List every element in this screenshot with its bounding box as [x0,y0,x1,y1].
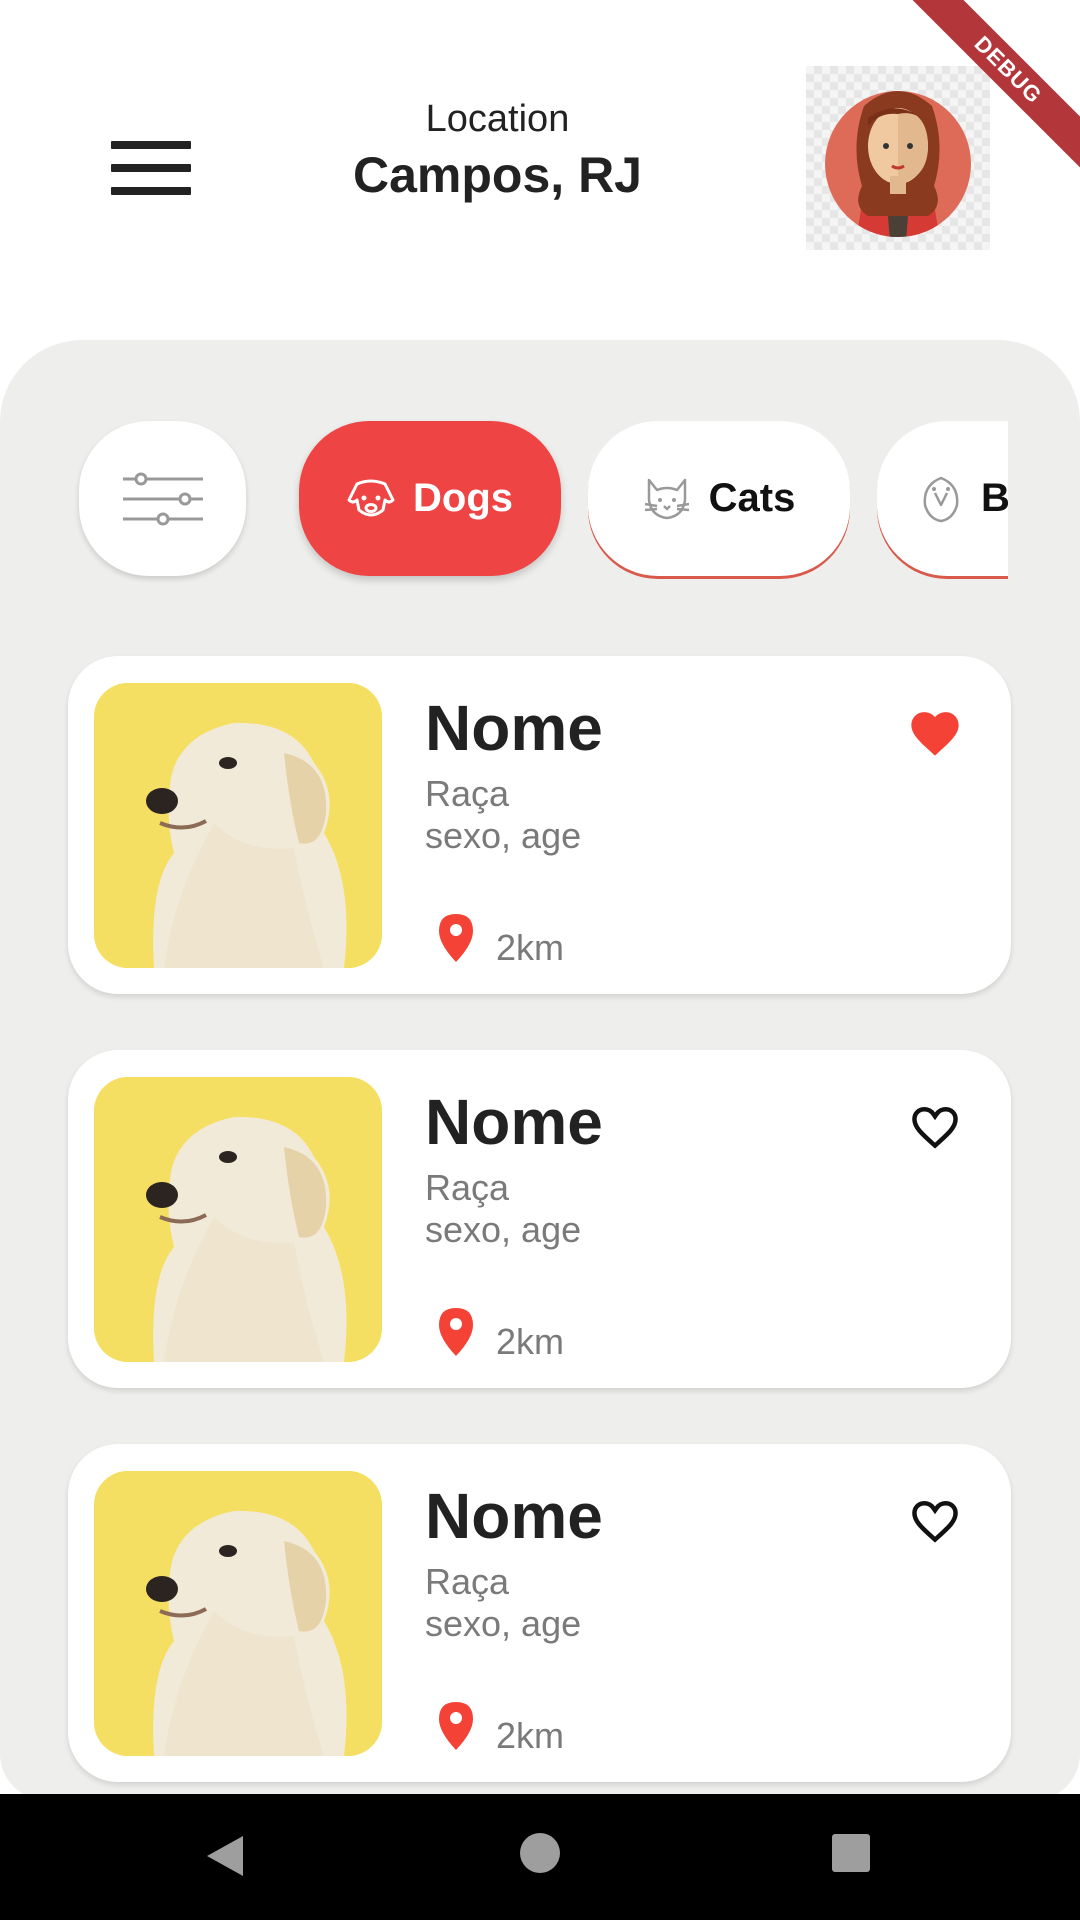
menu-icon[interactable] [111,141,191,195]
pet-card[interactable]: Nome Raça sexo, age 2km [68,1050,1011,1388]
category-label: B [981,476,1008,520]
dog-photo-icon [94,683,382,968]
pet-name: Nome [425,1480,603,1552]
recent-apps-icon[interactable] [832,1834,870,1872]
location-pin-icon [439,1308,473,1356]
pet-sex-age: sexo, age [425,1603,582,1644]
back-icon[interactable] [205,1834,245,1878]
category-chip-dogs[interactable]: Dogs [299,421,561,576]
location-value: Campos, RJ [353,147,642,203]
pet-distance: 2km [496,1715,565,1756]
bird-icon [923,476,959,522]
pet-breed: Raça [425,1561,510,1602]
pet-name: Nome [425,1086,603,1158]
filter-button[interactable] [79,421,246,576]
pet-sex-age: sexo, age [425,815,582,856]
location-pin-icon [439,914,473,962]
category-list[interactable]: Dogs Cats B [280,410,1008,590]
pet-sex-age: sexo, age [425,1209,582,1250]
main-panel: Dogs Cats B Nome Raça sexo, age 2km Nome… [0,340,1080,1800]
pet-photo [94,1077,382,1362]
pet-card[interactable]: Nome Raça sexo, age 2km [68,1444,1011,1782]
pet-photo [94,1471,382,1756]
pet-photo [94,683,382,968]
dog-photo-icon [94,1471,382,1756]
location-block[interactable]: Location Campos, RJ [310,100,685,200]
heart-outline-icon[interactable] [906,1494,964,1546]
location-label: Location [425,98,570,140]
pet-name: Nome [425,692,603,764]
pet-breed: Raça [425,773,510,814]
pet-distance: 2km [496,1321,565,1362]
heart-filled-icon[interactable] [906,706,964,758]
pet-card[interactable]: Nome Raça sexo, age 2km [68,656,1011,994]
category-label: Dogs [413,476,513,520]
pet-breed: Raça [425,1167,510,1208]
category-chip-birds[interactable]: B [877,421,1008,576]
system-nav-bar [0,1794,1080,1920]
avatar-icon [825,91,971,237]
heart-outline-icon[interactable] [906,1100,964,1152]
dog-icon [347,479,395,516]
dog-photo-icon [94,1077,382,1362]
pet-distance: 2km [496,927,565,968]
category-label: Cats [708,476,796,520]
avatar[interactable] [806,66,990,250]
category-chip-cats[interactable]: Cats [588,421,850,576]
sliders-icon [122,472,203,525]
home-icon[interactable] [520,1833,560,1873]
location-pin-icon [439,1702,473,1750]
cat-icon [644,478,689,519]
